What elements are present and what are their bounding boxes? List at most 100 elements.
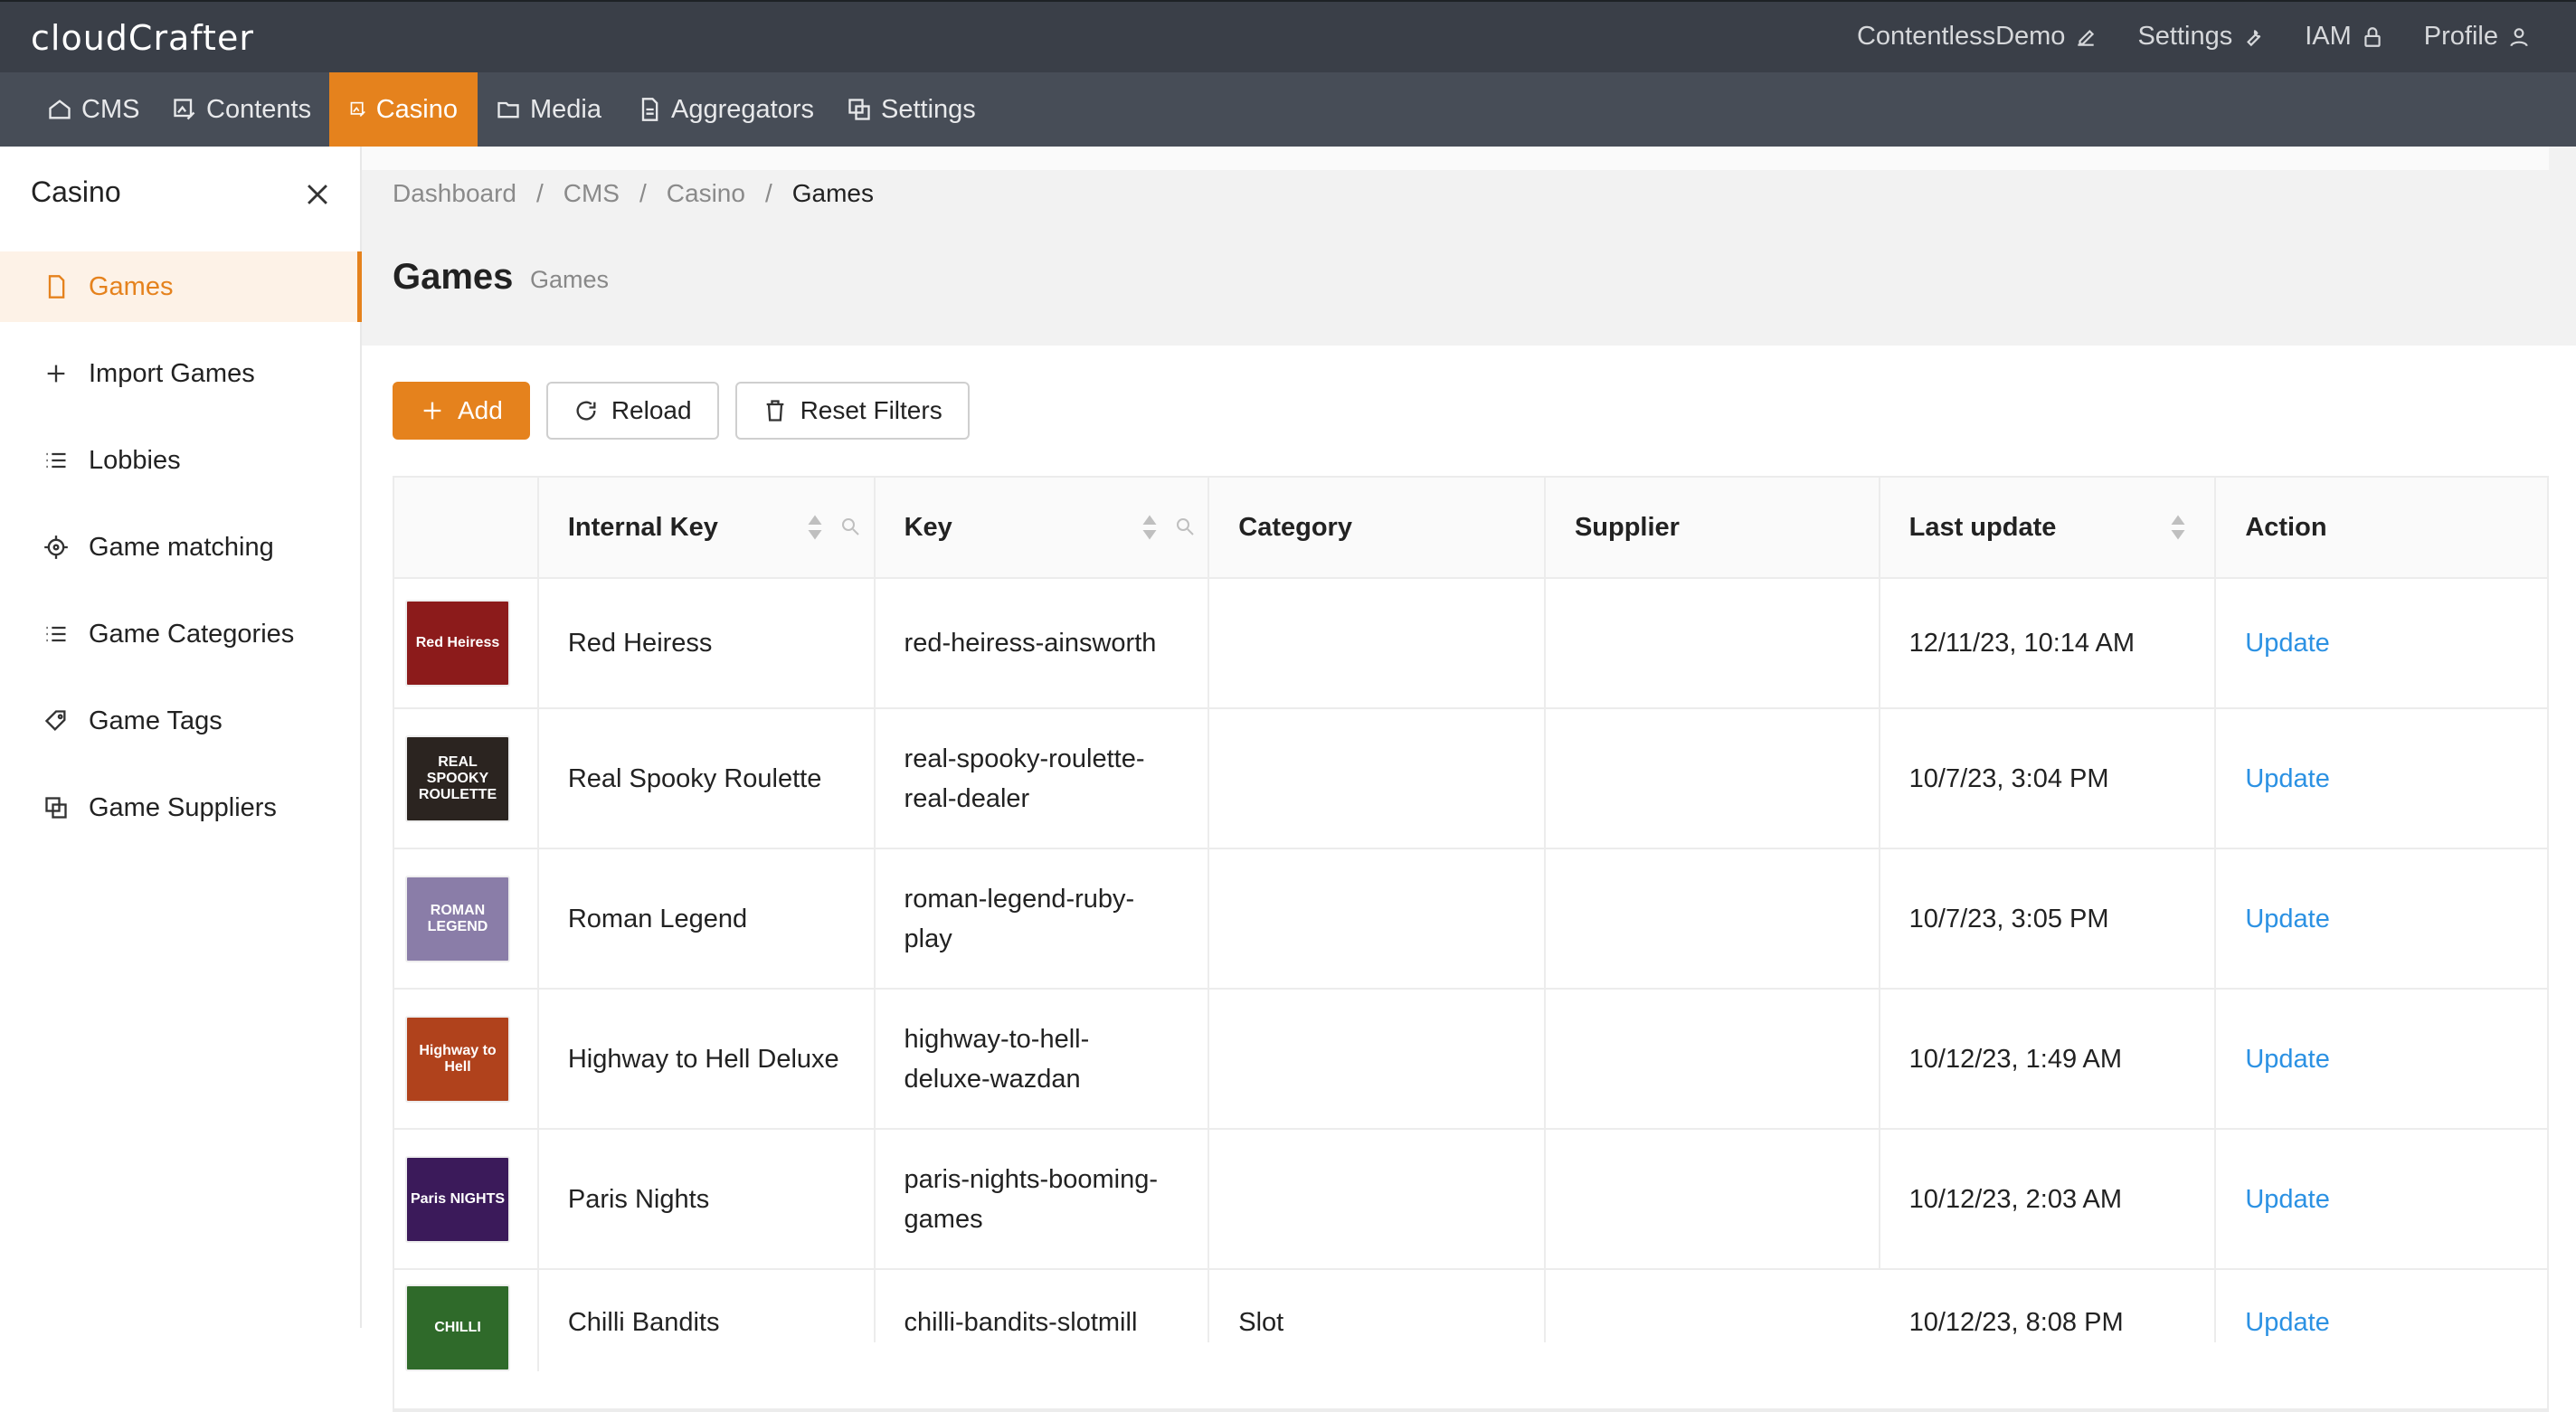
- sort-icon[interactable]: [1141, 514, 1158, 541]
- search-icon[interactable]: [1174, 516, 1196, 537]
- update-link[interactable]: Update: [2216, 1270, 2547, 1342]
- reset-filters-button-label: Reset Filters: [800, 396, 942, 424]
- nav-item-media[interactable]: Media: [476, 72, 621, 147]
- update-link[interactable]: Update: [2216, 579, 2547, 707]
- game-thumbnail: ROMAN LEGEND: [405, 875, 510, 962]
- close-icon[interactable]: [302, 179, 333, 210]
- trash-icon: [766, 400, 783, 422]
- column-header-label: Key: [904, 512, 952, 542]
- nav-item-label: Settings: [881, 94, 976, 124]
- nav-item-cms[interactable]: CMS: [27, 72, 159, 147]
- column-header-supplier: Supplier: [1546, 478, 1880, 577]
- category-cell: [1209, 1130, 1546, 1268]
- top-link-settings[interactable]: Settings: [2137, 22, 2265, 52]
- list-icon: [46, 626, 66, 642]
- breadcrumb-casino[interactable]: Casino: [667, 179, 745, 208]
- update-link[interactable]: Update: [2216, 1130, 2547, 1268]
- internal-key-cell: Red Heiress: [539, 579, 876, 707]
- game-thumbnail: CHILLI: [405, 1284, 510, 1371]
- sidebar-title: Casino: [31, 175, 121, 208]
- last-update-cell: 10/12/23, 1:49 AM: [1880, 990, 2217, 1128]
- file-icon: [641, 98, 658, 121]
- top-link-label: IAM: [2305, 22, 2352, 51]
- sidebar-item-game-categories[interactable]: Game Categories: [0, 599, 362, 669]
- column-header-last-update[interactable]: Last update: [1880, 478, 2217, 577]
- nav-item-aggregators[interactable]: Aggregators: [617, 72, 834, 147]
- internal-key-cell: Chilli Bandits: [539, 1270, 876, 1342]
- block-icon: [45, 797, 67, 819]
- breadcrumb-separator: /: [639, 179, 647, 207]
- last-update-cell: 10/12/23, 2:03 AM: [1880, 1130, 2217, 1268]
- update-link[interactable]: Update: [2216, 990, 2547, 1128]
- category-cell: [1209, 709, 1546, 848]
- nav-item-label: Media: [530, 94, 601, 124]
- sidebar: Casino Games Import Games Lobbies Game m…: [0, 147, 362, 1328]
- aim-icon: [44, 535, 68, 559]
- main-nav: CMS Contents Casino Media Aggregators Se…: [0, 72, 2576, 147]
- supplier-cell: [1546, 1130, 1880, 1268]
- table-row: Red Heiress Red Heiress red-heiress-ains…: [394, 579, 2547, 709]
- sort-icon[interactable]: [2170, 514, 2186, 541]
- breadcrumb: Dashboard / CMS / Casino / Games: [393, 179, 874, 208]
- nav-item-settings[interactable]: Settings: [827, 72, 996, 147]
- thumbnail-cell: CHILLI: [394, 1270, 539, 1371]
- nav-item-contents[interactable]: Contents: [152, 72, 331, 147]
- internal-key-cell: Paris Nights: [539, 1130, 876, 1268]
- game-thumbnail: Red Heiress: [405, 600, 510, 687]
- column-header-internal-key[interactable]: Internal Key: [539, 478, 876, 577]
- column-header-label: Last update: [1908, 512, 2057, 542]
- update-link[interactable]: Update: [2216, 849, 2547, 988]
- top-link-profile[interactable]: Profile: [2424, 22, 2531, 52]
- file-icon: [48, 275, 65, 299]
- sidebar-item-games[interactable]: Games: [0, 251, 362, 322]
- update-link[interactable]: Update: [2216, 709, 2547, 848]
- table-row: CHILLI Chilli Bandits chilli-bandits-slo…: [394, 1270, 2547, 1410]
- header-strip: [362, 147, 2549, 170]
- key-cell: highway-to-hell-deluxe-wazdan: [876, 990, 1210, 1128]
- sidebar-item-game-tags[interactable]: Game Tags: [0, 686, 362, 756]
- thumbnail-cell: ROMAN LEGEND: [394, 849, 539, 988]
- search-icon[interactable]: [839, 516, 861, 537]
- image-edit-icon: [174, 99, 195, 120]
- thumbnail-cell: Red Heiress: [394, 579, 539, 707]
- sidebar-item-label: Games: [89, 271, 174, 301]
- key-cell: roman-legend-ruby-play: [876, 849, 1210, 988]
- last-update-cell: 12/11/23, 10:14 AM: [1880, 579, 2217, 707]
- top-link-iam[interactable]: IAM: [2305, 22, 2384, 52]
- column-header-category: Category: [1209, 478, 1546, 577]
- page-title: Games: [393, 257, 514, 297]
- nav-item-casino[interactable]: Casino: [329, 72, 478, 147]
- nav-item-label: Contents: [206, 94, 312, 124]
- sidebar-item-import-games[interactable]: Import Games: [0, 338, 362, 409]
- top-links: ContentlessDemo Settings IAM Profile: [1857, 22, 2531, 52]
- add-button-label: Add: [458, 396, 503, 424]
- breadcrumb-cms[interactable]: CMS: [564, 179, 620, 208]
- key-cell: chilli-bandits-slotmill: [876, 1270, 1210, 1342]
- sidebar-item-game-suppliers[interactable]: Game Suppliers: [0, 772, 362, 843]
- top-link-label: Profile: [2423, 22, 2498, 51]
- category-cell: Slot: [1209, 1270, 1546, 1342]
- games-table: Internal Key Key Category Supplier Last …: [393, 476, 2549, 1412]
- column-header-label: Internal Key: [567, 512, 718, 542]
- reload-button[interactable]: Reload: [545, 382, 719, 440]
- last-update-cell: 10/7/23, 3:04 PM: [1880, 709, 2217, 848]
- supplier-cell: [1546, 579, 1880, 707]
- reset-filters-button[interactable]: Reset Filters: [734, 382, 970, 440]
- breadcrumb-dashboard[interactable]: Dashboard: [393, 179, 516, 208]
- sidebar-item-game-matching[interactable]: Game matching: [0, 512, 362, 583]
- sort-icon[interactable]: [807, 514, 823, 541]
- app-logo[interactable]: cloudCrafter: [31, 18, 254, 58]
- last-update-cell: 10/12/23, 8:08 PM: [1880, 1270, 2217, 1342]
- last-update-cell: 10/7/23, 3:05 PM: [1880, 849, 2217, 988]
- sidebar-item-lobbies[interactable]: Lobbies: [0, 425, 362, 496]
- column-header-key[interactable]: Key: [876, 478, 1210, 577]
- internal-key-cell: Highway to Hell Deluxe: [539, 990, 876, 1128]
- top-link-label: ContentlessDemo: [1856, 22, 2066, 51]
- lock-icon: [2364, 26, 2381, 47]
- toolbar: Add Reload Reset Filters: [393, 382, 970, 440]
- add-button[interactable]: Add: [393, 382, 530, 440]
- sidebar-item-label: Game Categories: [89, 619, 295, 649]
- thumbnail-cell: REAL SPOOKY ROULETTE: [394, 709, 539, 848]
- internal-key-cell: Real Spooky Roulette: [539, 709, 876, 848]
- top-link-workspace[interactable]: ContentlessDemo: [1857, 22, 2098, 52]
